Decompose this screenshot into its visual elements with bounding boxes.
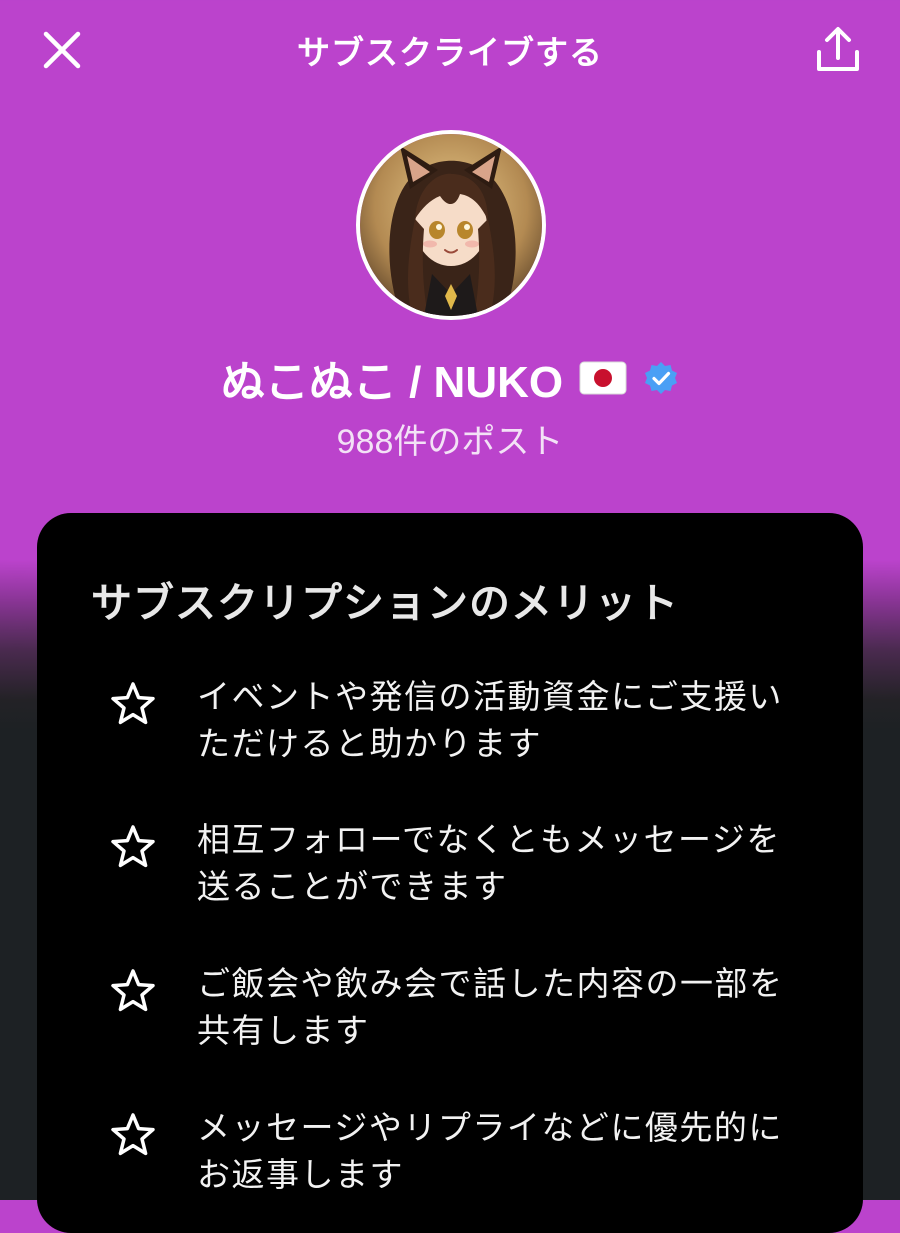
share-button[interactable] xyxy=(812,24,864,76)
page-title: サブスクライブする xyxy=(297,33,603,72)
benefit-item: イベントや発信の活動資金にご支援いただけると助かります xyxy=(107,673,827,767)
japan-flag-icon xyxy=(579,361,627,395)
benefits-title: サブスクリプションのメリット xyxy=(91,579,679,627)
benefit-text: メッセージやリプライなどに優先的にお返事します xyxy=(197,1108,783,1194)
benefit-item: ご飯会や飲み会で話した内容の一部を共有します xyxy=(107,960,827,1054)
post-count: 988件のポスト xyxy=(336,423,564,461)
benefits-card: サブスクリプションのメリット イベントや発信の活動資金にご支援いただけると助かり… xyxy=(37,513,863,1233)
benefit-text: 相互フォローでなくともメッセージを送ることができます xyxy=(197,820,781,906)
verified-badge-icon xyxy=(645,362,678,394)
benefit-text: イベントや発信の活動資金にご支援いただけると助かります xyxy=(197,677,783,763)
profile-name: ぬこぬこ / NUKO xyxy=(220,358,564,407)
star-outline-icon xyxy=(111,682,155,725)
avatar[interactable] xyxy=(356,130,546,320)
star-outline-icon xyxy=(111,969,155,1012)
benefit-text: ご飯会や飲み会で話した内容の一部を共有します xyxy=(197,964,784,1050)
star-outline-icon xyxy=(111,825,155,868)
share-upload-icon xyxy=(817,27,859,71)
benefit-item: 相互フォローでなくともメッセージを送ることができます xyxy=(107,816,827,910)
star-outline-icon xyxy=(111,1113,155,1156)
avatar-illustration xyxy=(360,134,542,316)
profile-name-row: ぬこぬこ / NUKO xyxy=(0,346,900,410)
benefit-item: メッセージやリプライなどに優先的にお返事します xyxy=(107,1104,827,1198)
top-bar: サブスクライブする xyxy=(0,0,900,100)
